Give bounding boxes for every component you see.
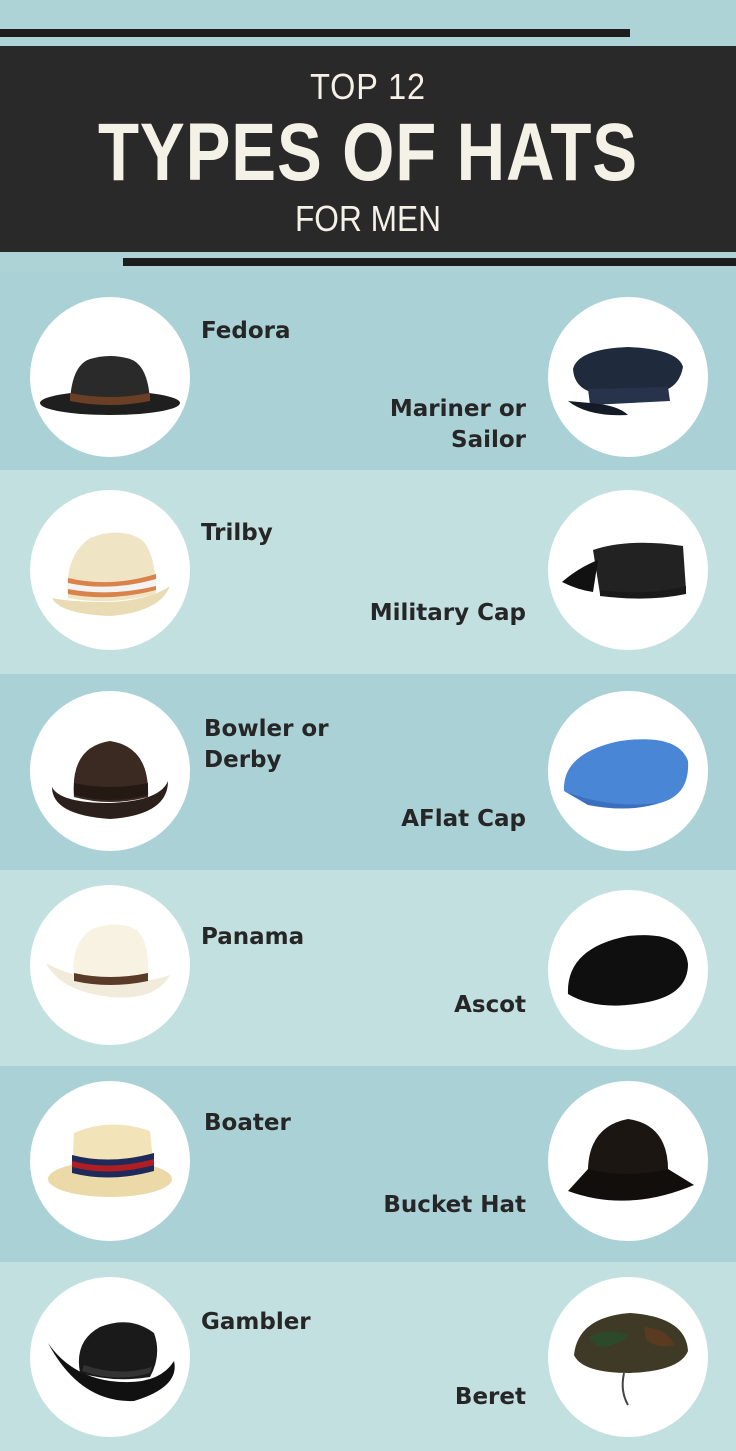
top-rule bbox=[0, 29, 630, 37]
hat-label-flat-cap: AFlat Cap bbox=[401, 806, 526, 832]
title-top: TOP 12 bbox=[310, 66, 426, 107]
boater-icon bbox=[30, 1081, 190, 1241]
trilby-icon bbox=[30, 490, 190, 650]
panama-icon bbox=[30, 885, 190, 1045]
beret-icon bbox=[548, 1277, 708, 1437]
bottom-rule bbox=[123, 258, 736, 266]
hat-label-beret: Beret bbox=[454, 1384, 526, 1410]
hat-label-ascot: Ascot bbox=[454, 992, 526, 1018]
ascot-icon bbox=[548, 890, 708, 1050]
hat-label-fedora: Fedora bbox=[201, 318, 291, 344]
hat-label-boater: Boater bbox=[204, 1110, 291, 1136]
title-banner: TOP 12 TYPES OF HATS FOR MEN bbox=[0, 46, 736, 252]
gambler-icon bbox=[30, 1277, 190, 1437]
hat-label-gambler: Gambler bbox=[201, 1309, 311, 1335]
hat-row-3: Bowler or Derby AFlat Cap bbox=[0, 674, 736, 870]
hat-label-panama: Panama bbox=[201, 924, 305, 950]
hat-row-6: Gambler Beret bbox=[0, 1262, 736, 1451]
hat-row-5: Boater Bucket Hat bbox=[0, 1066, 736, 1262]
hat-label-bowler: Bowler or Derby bbox=[204, 716, 329, 773]
hat-label-bucket: Bucket Hat bbox=[383, 1192, 526, 1218]
military-cap-icon bbox=[548, 490, 708, 650]
flat-cap-icon bbox=[548, 691, 708, 851]
hat-row-4: Panama Ascot bbox=[0, 870, 736, 1066]
bucket-hat-icon bbox=[548, 1081, 708, 1241]
hat-label-mariner: Mariner or Sailor bbox=[389, 396, 526, 453]
hat-label-military: Military Cap bbox=[369, 600, 526, 626]
page-title: TYPES OF HATS bbox=[98, 107, 638, 198]
hat-row-1: Fedora Mariner or Sailor bbox=[0, 272, 736, 470]
mariner-cap-icon bbox=[548, 297, 708, 457]
hat-label-trilby: Trilby bbox=[201, 520, 273, 546]
fedora-icon bbox=[30, 297, 190, 457]
title-sub: FOR MEN bbox=[294, 198, 442, 239]
hat-row-2: Trilby Military Cap bbox=[0, 470, 736, 674]
bowler-icon bbox=[30, 691, 190, 851]
